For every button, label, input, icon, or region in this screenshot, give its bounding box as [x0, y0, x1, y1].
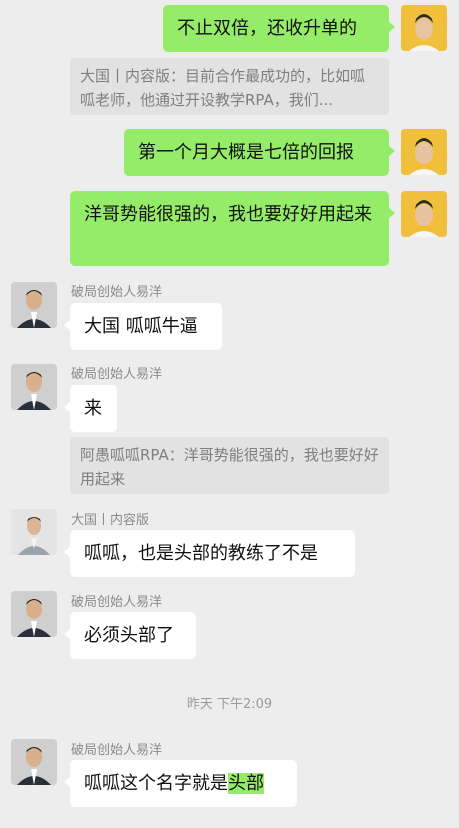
- avatar-man-yellow-bg-icon: [401, 191, 447, 237]
- highlighted-text: 头部: [228, 773, 264, 794]
- message-text: 呱呱这个名字就是: [84, 773, 228, 794]
- message-text: 大国 呱呱牛逼: [84, 316, 198, 337]
- avatar-man-suit-icon: [11, 591, 57, 637]
- avatar-man-suit-icon: [11, 364, 57, 410]
- avatar-man-yellow-bg-icon: [401, 5, 447, 51]
- message-bubble[interactable]: 呱呱这个名字就是头部: [64, 760, 297, 807]
- message-text: 第一个月大概是七倍的回报: [138, 142, 354, 163]
- avatar-man-gray-bg-icon: [11, 509, 57, 555]
- avatar-man-suit-icon: [11, 282, 57, 328]
- avatar-man-yellow-bg-icon: [401, 129, 447, 175]
- message-bubble[interactable]: 来: [64, 385, 117, 432]
- yiyang-avatar[interactable]: [11, 591, 57, 637]
- own-avatar[interactable]: [401, 191, 447, 237]
- avatar-man-suit-icon: [11, 739, 57, 785]
- timestamp: 昨天 下午2:09: [186, 697, 273, 712]
- daguo-avatar[interactable]: [11, 509, 57, 555]
- yiyang-avatar[interactable]: [11, 739, 57, 785]
- own-avatar[interactable]: [401, 129, 447, 175]
- quoted-reply[interactable]: 阿愚呱呱RPA：洋哥势能很强的，我也要好好用起来: [70, 437, 389, 494]
- message-text: 不止双倍，还收升单的: [177, 18, 357, 39]
- sender-name: 大国丨内容版: [71, 513, 150, 528]
- quoted-reply[interactable]: 大国丨内容版：目前合作最成功的，比如呱呱老师，他通过开设教学RPA，我们...: [70, 58, 389, 115]
- yiyang-avatar[interactable]: [11, 282, 57, 328]
- message-text: 呱呱，也是头部的教练了不是: [84, 543, 318, 564]
- own-message-bubble[interactable]: 洋哥势能很强的，我也要好好用起来: [70, 191, 395, 266]
- quote-text: 大国丨内容版：目前合作最成功的，比如呱呱老师，他通过开设教学RPA，我们...: [80, 67, 366, 109]
- yiyang-avatar[interactable]: [11, 364, 57, 410]
- own-message-bubble[interactable]: 不止双倍，还收升单的: [163, 5, 395, 52]
- sender-name: 破局创始人易洋: [71, 743, 163, 758]
- message-text: 来: [84, 398, 102, 419]
- message-bubble[interactable]: 大国 呱呱牛逼: [64, 303, 222, 350]
- message-text: 洋哥势能很强的，我也要好好用起来: [84, 204, 372, 225]
- own-message-bubble[interactable]: 第一个月大概是七倍的回报: [124, 129, 395, 176]
- sender-name: 破局创始人易洋: [71, 285, 163, 300]
- quote-text: 阿愚呱呱RPA：洋哥势能很强的，我也要好好用起来: [80, 446, 379, 488]
- sender-name: 破局创始人易洋: [71, 595, 163, 610]
- message-bubble[interactable]: 必须头部了: [64, 612, 196, 659]
- sender-name: 破局创始人易洋: [71, 367, 163, 382]
- message-text: 必须头部了: [84, 625, 174, 646]
- own-avatar[interactable]: [401, 5, 447, 51]
- message-bubble[interactable]: 呱呱，也是头部的教练了不是: [64, 530, 355, 577]
